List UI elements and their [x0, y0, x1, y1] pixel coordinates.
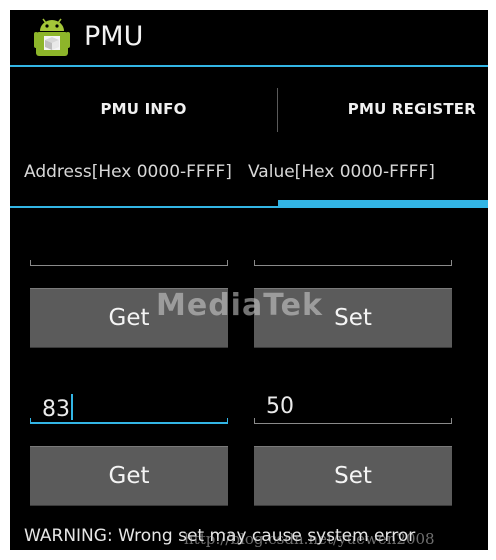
url-watermark: http://blog.csdn.net/yuewen2008 [184, 530, 435, 548]
value-label: Value[Hex 0000-FFFF] [248, 162, 435, 182]
get-button-2[interactable]: Get [30, 446, 228, 506]
address-input-2-text: 83 [42, 397, 70, 422]
address-input-2[interactable]: 83 [30, 390, 228, 424]
tab-bar: PMU INFO PMU REGISTER [10, 76, 488, 208]
action-bar: PMU [10, 10, 488, 67]
value-input-1[interactable] [254, 232, 452, 266]
tab-pmu-info[interactable]: PMU INFO [10, 76, 277, 142]
tab-bar-underline [10, 206, 278, 208]
value-input-2[interactable]: 50 [254, 390, 452, 424]
tab-pmu-register[interactable]: PMU REGISTER [278, 76, 488, 142]
selected-tab-indicator [278, 200, 488, 208]
address-input-1[interactable] [30, 232, 228, 266]
app-screen: PMU PMU INFO PMU REGISTER Address[Hex 00… [10, 10, 488, 550]
address-label: Address[Hex 0000-FFFF] [24, 162, 232, 182]
mediatek-watermark: MediaTek [156, 288, 323, 323]
app-title: PMU [84, 21, 144, 52]
set-button-2[interactable]: Set [254, 446, 452, 506]
actionbar-divider [10, 65, 488, 67]
android-robot-icon [34, 18, 70, 56]
value-input-2-text: 50 [266, 394, 294, 419]
text-cursor [71, 394, 73, 420]
